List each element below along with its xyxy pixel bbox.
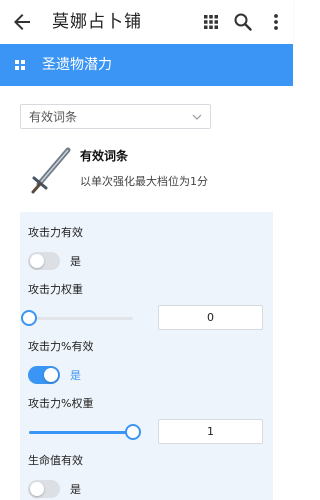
info-title: 有效词条 [80,149,129,163]
toggle-text: 是 [70,369,81,382]
app-bar: 莫娜占卜铺 [0,0,293,44]
setting-label: 攻击力%权重 [28,397,94,410]
more-vert-icon [274,14,278,30]
toggle-knob [30,482,44,496]
atk-enabled-toggle[interactable] [28,252,60,270]
grid-icon [15,60,25,70]
atk-percent-enabled-toggle[interactable] [28,366,60,384]
search-button[interactable] [231,10,255,34]
info-description: 以单次强化最大档位为1分 [80,175,208,188]
toggle-knob [44,368,58,382]
slider-fill [29,431,133,434]
apps-grid-icon [204,15,218,29]
toggle-text: 是 [70,483,81,496]
sword-icon [31,147,71,194]
atk-percent-weight-slider[interactable] [29,424,141,440]
setting-label: 攻击力有效 [28,226,83,239]
arrow-back-icon [14,14,30,30]
section-title: 圣遗物潜力 [42,57,112,73]
section-header: 圣遗物潜力 [0,44,293,86]
stat-type-select[interactable]: 有效词条 [20,104,211,129]
chevron-down-icon [192,114,202,120]
back-button[interactable] [10,10,34,34]
apps-button[interactable] [199,10,223,34]
search-icon [234,13,252,31]
setting-label: 攻击力权重 [28,283,83,296]
atk-percent-weight-input[interactable]: 1 [158,419,263,444]
atk-weight-input[interactable]: 0 [158,305,263,330]
slider-thumb[interactable] [125,424,141,440]
select-value: 有效词条 [29,110,78,124]
toggle-knob [30,254,44,268]
setting-label: 生命值有效 [28,454,83,467]
atk-weight-slider[interactable] [21,310,133,326]
more-options-button[interactable] [264,10,288,34]
hp-enabled-toggle[interactable] [28,480,60,498]
setting-label: 攻击力%有效 [28,340,94,353]
app-title: 莫娜占卜铺 [52,12,142,32]
slider-thumb[interactable] [21,310,37,326]
toggle-text: 是 [70,255,81,268]
slider-track [29,317,133,320]
